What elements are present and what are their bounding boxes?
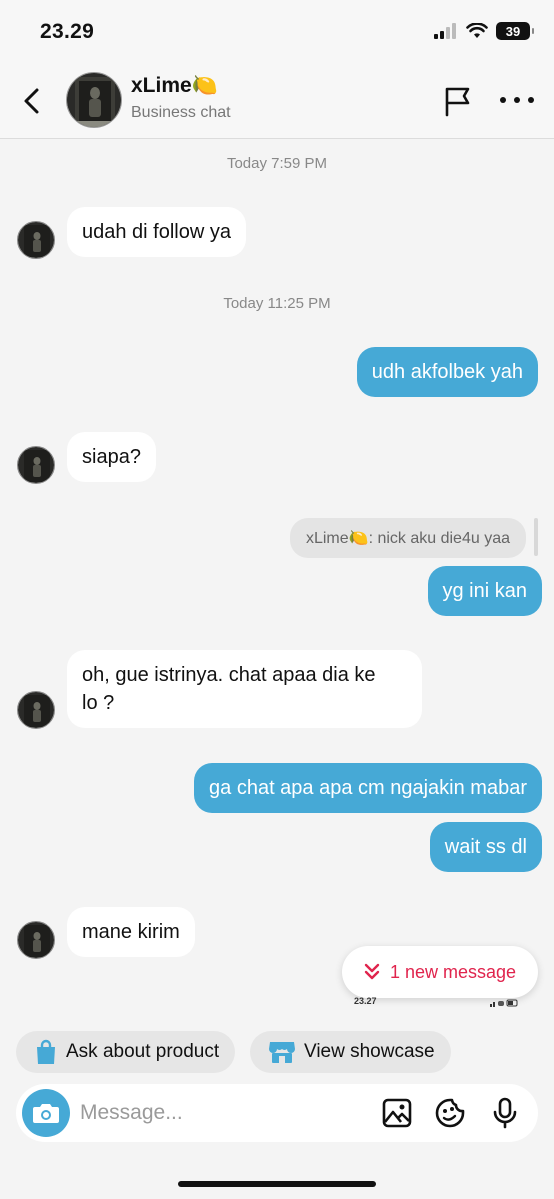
more-dot-icon bbox=[500, 97, 506, 103]
new-message-button[interactable]: 1 new message bbox=[342, 946, 538, 998]
contact-subtitle: Business chat bbox=[131, 104, 231, 121]
wifi-icon bbox=[466, 23, 488, 38]
timestamp: Today 7:59 PM bbox=[226, 155, 328, 172]
preview-status-icons bbox=[490, 999, 518, 1007]
avatar-image bbox=[67, 73, 121, 127]
message-input[interactable] bbox=[80, 1093, 370, 1133]
more-dot-icon bbox=[528, 97, 534, 103]
more-dot-icon bbox=[514, 97, 520, 103]
message-bubble-outgoing[interactable]: udh akfolbek yah bbox=[356, 347, 538, 397]
message-composer bbox=[16, 1084, 538, 1142]
new-message-label: 1 new message bbox=[389, 961, 517, 982]
sender-avatar[interactable] bbox=[17, 691, 55, 729]
microphone-icon bbox=[493, 1097, 517, 1129]
status-time: 23.29 bbox=[40, 20, 95, 43]
double-chevron-down-icon bbox=[364, 963, 380, 980]
quoted-reply[interactable]: xLime🍋: nick aku die4u yaa bbox=[289, 518, 526, 558]
camera-icon bbox=[33, 1104, 59, 1123]
ask-about-product-chip[interactable]: Ask about product bbox=[16, 1031, 236, 1073]
chevron-left-icon bbox=[24, 88, 39, 114]
chip-label: View showcase bbox=[304, 1041, 435, 1062]
image-preview-strip: 23.27 bbox=[348, 996, 524, 1010]
message-bubble-incoming[interactable]: oh, gue istrinya. chat apaa dia ke lo ? bbox=[67, 650, 422, 728]
chat-header: xLime🍋 Business chat bbox=[0, 62, 554, 139]
camera-button[interactable] bbox=[22, 1089, 70, 1137]
sender-avatar[interactable] bbox=[17, 446, 55, 484]
storefront-icon bbox=[269, 1042, 295, 1063]
message-bubble-outgoing[interactable]: wait ss dl bbox=[429, 822, 542, 872]
avatar-image bbox=[18, 447, 54, 483]
message-bubble-incoming[interactable]: siapa? bbox=[67, 432, 156, 482]
sender-avatar[interactable] bbox=[17, 921, 55, 959]
message-bubble-incoming[interactable]: udah di follow ya bbox=[67, 207, 246, 257]
shopping-bag-icon bbox=[37, 1039, 55, 1064]
report-button[interactable] bbox=[442, 85, 474, 117]
voice-button[interactable] bbox=[489, 1097, 521, 1129]
chip-label: Ask about product bbox=[66, 1041, 220, 1062]
avatar-image bbox=[18, 692, 54, 728]
gallery-button[interactable] bbox=[381, 1097, 413, 1129]
back-button[interactable] bbox=[16, 84, 46, 118]
status-icons: 39 bbox=[434, 22, 534, 40]
avatar-image bbox=[18, 922, 54, 958]
timestamp: Today 11:25 PM bbox=[223, 295, 331, 312]
preview-time: 23.27 bbox=[354, 996, 377, 1006]
message-bubble-outgoing[interactable]: ga chat apa apa cm ngajakin mabar bbox=[194, 763, 542, 813]
message-bubble-incoming[interactable]: mane kirim bbox=[67, 907, 195, 957]
avatar-image bbox=[18, 222, 54, 258]
sticker-icon bbox=[435, 1098, 465, 1128]
message-text: lo ? bbox=[82, 692, 115, 714]
status-bar: 23.29 39 bbox=[0, 0, 554, 62]
cellular-signal-icon bbox=[434, 23, 456, 39]
quote-indicator bbox=[534, 518, 538, 556]
flag-icon bbox=[445, 87, 470, 117]
battery-icon: 39 bbox=[496, 22, 534, 40]
home-indicator[interactable] bbox=[178, 1181, 376, 1187]
contact-avatar[interactable] bbox=[66, 72, 122, 128]
sticker-button[interactable] bbox=[434, 1097, 466, 1129]
message-bubble-outgoing[interactable]: yg ini kan bbox=[427, 566, 542, 616]
view-showcase-chip[interactable]: View showcase bbox=[250, 1031, 451, 1073]
message-text: oh, gue istrinya. chat apaa dia ke bbox=[82, 664, 376, 686]
more-options-button[interactable] bbox=[500, 90, 534, 110]
image-icon bbox=[382, 1098, 412, 1128]
sender-avatar[interactable] bbox=[17, 221, 55, 259]
contact-name[interactable]: xLime🍋 bbox=[131, 74, 218, 98]
